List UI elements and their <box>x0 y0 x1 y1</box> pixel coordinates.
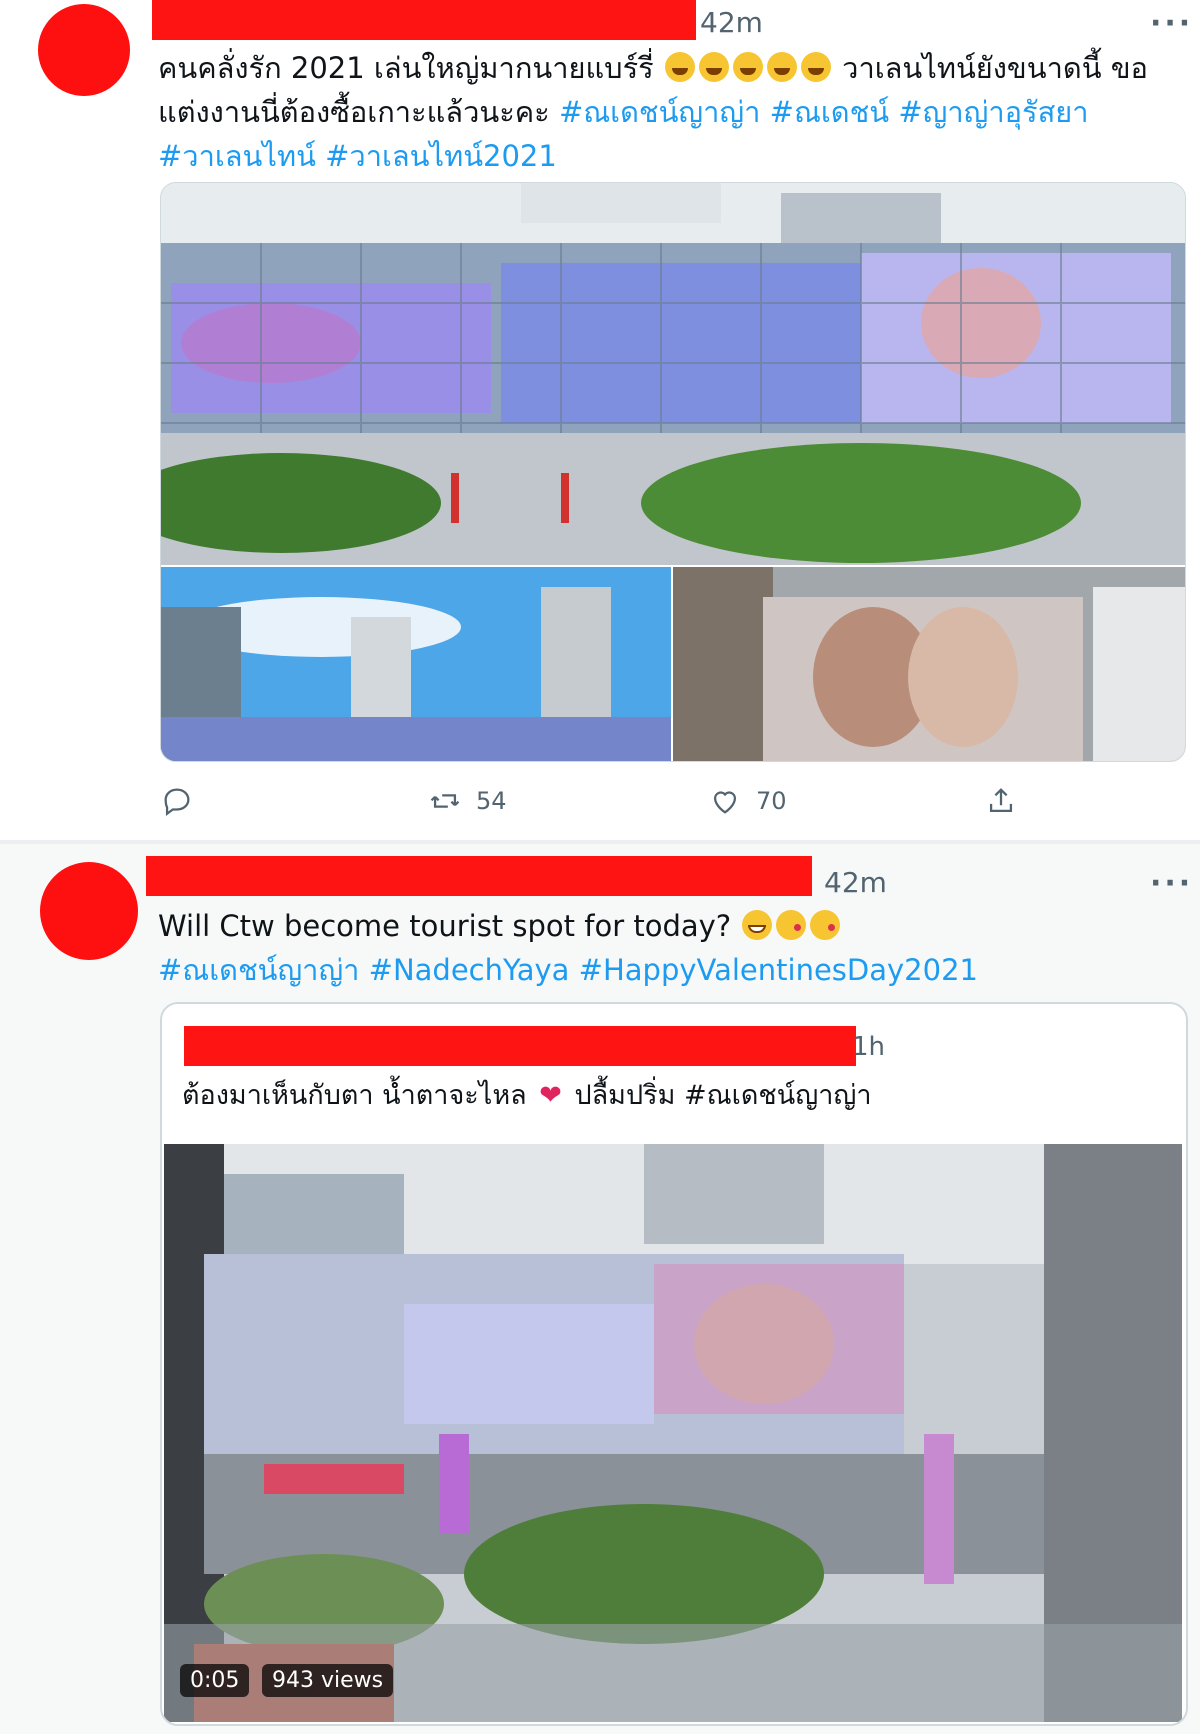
quoted-text: ต้องมาเห็นกับตา น้ำตาจะไหล ❤ ปลื้มปริ่ม … <box>182 1074 1162 1118</box>
hashtag-link[interactable]: #NadechYaya <box>369 953 570 987</box>
retweet-count: 54 <box>476 787 507 815</box>
quoted-hashtag[interactable]: #ณเดชน์ญาญ่า <box>684 1080 872 1111</box>
redacted-username <box>146 856 812 896</box>
laughing-crying-emoji <box>800 52 831 82</box>
kissing-heart-emoji <box>810 910 841 940</box>
hashtag-link[interactable]: #วาเลนไทน์2021 <box>325 139 557 173</box>
laughing-crying-emoji <box>698 52 729 82</box>
kissing-heart-emoji <box>776 910 807 940</box>
video-duration-badge: 0:05 <box>180 1664 250 1697</box>
quoted-timestamp[interactable]: 1h <box>852 1032 885 1062</box>
reply-button[interactable] <box>160 784 194 818</box>
tweet-text-part: คนคลั่งรัก 2021 เล่นใหญ่มากนายแบร์รี่ <box>158 51 663 85</box>
tweet-timestamp[interactable]: 42m <box>824 866 887 899</box>
video-thumbnail <box>164 1144 1182 1722</box>
photo-skyline[interactable] <box>161 567 671 761</box>
redacted-username <box>184 1026 856 1066</box>
photo-building-billboard[interactable] <box>161 183 1185 565</box>
hashtag-link[interactable]: #ณเดชน์ <box>770 95 889 129</box>
tweet-text: Will Ctw become tourist spot for today? … <box>158 904 1168 992</box>
laughing-crying-emoji <box>664 52 695 82</box>
more-options-icon[interactable]: ··· <box>1150 866 1193 901</box>
share-button[interactable] <box>984 784 1018 818</box>
photo-image <box>673 567 1185 761</box>
grinning-emoji <box>742 910 773 940</box>
laughing-crying-emoji <box>732 52 763 82</box>
hashtag-link[interactable]: #วาเลนไทน์ <box>158 139 316 173</box>
tweet-text: คนคลั่งรัก 2021 เล่นใหญ่มากนายแบร์รี่ วา… <box>158 46 1168 178</box>
video-views: 943 views <box>272 1668 384 1693</box>
video-player[interactable]: 0:05 943 views <box>164 1144 1182 1722</box>
tweet-card-1[interactable]: 42m ··· คนคลั่งรัก 2021 เล่นใหญ่มากนายแบ… <box>0 0 1200 840</box>
like-count: 70 <box>756 787 787 815</box>
heart-icon <box>713 791 737 814</box>
redacted-username <box>152 0 696 40</box>
like-button[interactable]: 70 <box>708 784 787 818</box>
avatar[interactable] <box>38 4 130 96</box>
hashtag-link[interactable]: #ณเดชน์ญาญ่า <box>559 95 760 129</box>
photo-grid[interactable] <box>160 182 1186 762</box>
more-options-icon[interactable]: ··· <box>1150 6 1193 41</box>
video-time: 0:05 <box>190 1668 240 1693</box>
share-icon <box>989 788 1013 813</box>
reply-icon <box>164 788 190 817</box>
photo-couple-billboard[interactable] <box>673 567 1185 761</box>
tweet-card-2[interactable]: 42m ··· Will Ctw become tourist spot for… <box>0 844 1200 1734</box>
avatar[interactable] <box>40 862 138 960</box>
hashtag-link[interactable]: #ณเดชน์ญาญ่า <box>158 953 359 987</box>
laughing-crying-emoji <box>766 52 797 82</box>
quoted-tweet[interactable]: 1h ต้องมาเห็นกับตา น้ำตาจะไหล ❤ ปลื้มปริ… <box>160 1002 1188 1726</box>
quoted-text-part: ต้องมาเห็นกับตา น้ำตาจะไหล <box>182 1080 536 1111</box>
hashtag-link[interactable]: #HappyValentinesDay2021 <box>579 953 978 987</box>
photo-image <box>161 183 1185 565</box>
hashtag-link[interactable]: #ญาญ่าอุรัสยา <box>898 95 1088 129</box>
retweet-button[interactable]: 54 <box>428 784 507 818</box>
quoted-text-part: ปลื้มปริ่ม <box>565 1080 684 1111</box>
tweet-text-part: Will Ctw become tourist spot for today? <box>158 909 741 943</box>
photo-image <box>161 567 671 761</box>
video-views-badge: 943 views <box>262 1664 394 1697</box>
retweet-icon <box>430 794 460 808</box>
two-hearts-emoji: ❤ <box>539 1080 562 1111</box>
tweet-timestamp[interactable]: 42m <box>700 6 763 39</box>
